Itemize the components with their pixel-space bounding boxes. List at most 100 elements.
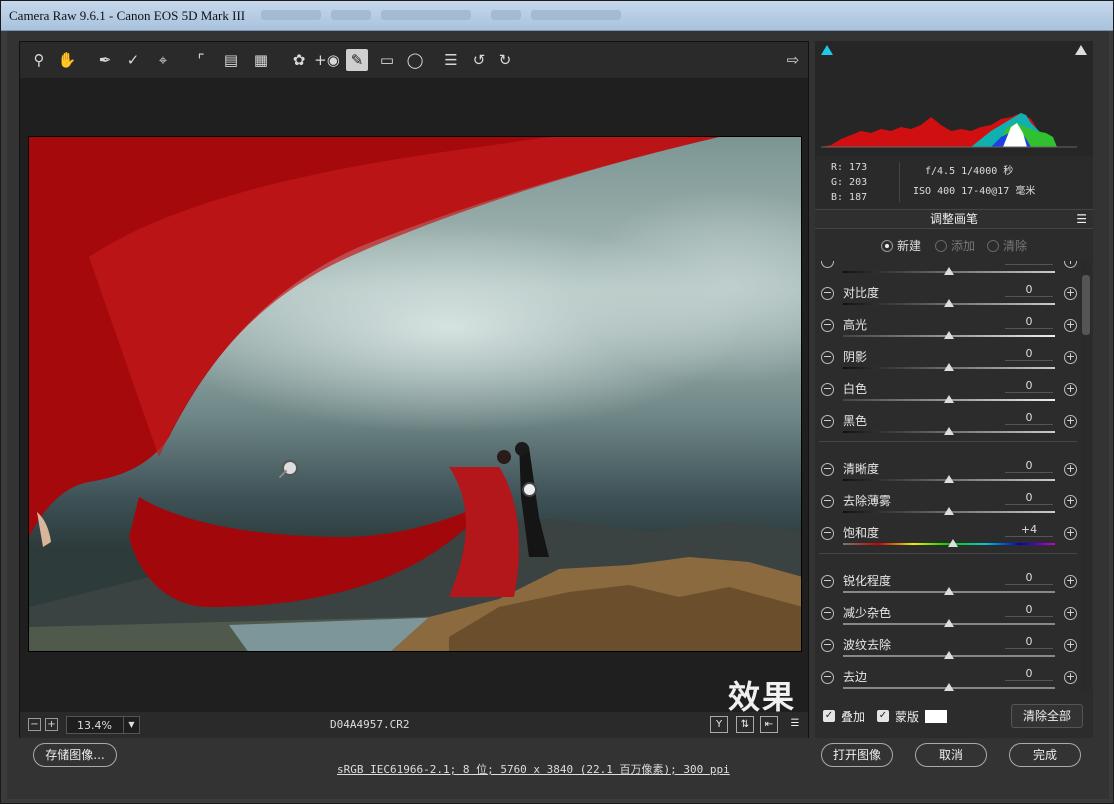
- zoom-icon[interactable]: ⚲: [28, 49, 50, 71]
- zoom-select[interactable]: 13.4% ▼: [66, 716, 140, 734]
- increase-icon[interactable]: +: [1064, 351, 1077, 364]
- zoom-out-button[interactable]: −: [28, 718, 41, 731]
- decrease-icon[interactable]: −: [821, 671, 834, 684]
- fullscreen-icon[interactable]: ⇨: [782, 49, 804, 71]
- slider-value-field[interactable]: 0: [1005, 261, 1053, 265]
- radio-icon: [935, 239, 947, 252]
- slider-thumb[interactable]: [944, 651, 954, 659]
- preview-status-bar: − + 13.4% ▼ D04A4957.CR2 Y ⇅ ⇤ ☰: [20, 712, 808, 738]
- decrease-icon[interactable]: −: [821, 575, 834, 588]
- slider-thumb[interactable]: [944, 427, 954, 435]
- settings-sliders-icon[interactable]: ☰: [786, 716, 804, 733]
- swap-settings-button[interactable]: ⇅: [736, 716, 754, 733]
- slider-thumb[interactable]: [944, 299, 954, 307]
- straighten-icon[interactable]: ▤: [220, 49, 242, 71]
- decrease-icon[interactable]: −: [821, 607, 834, 620]
- white-balance-icon[interactable]: ✒: [94, 49, 116, 71]
- transform-icon[interactable]: ▦: [250, 49, 272, 71]
- mode-clear-radio[interactable]: 清除: [987, 237, 1027, 254]
- increase-icon[interactable]: +: [1064, 319, 1077, 332]
- mode-new-radio[interactable]: 新建: [881, 237, 921, 254]
- increase-icon[interactable]: +: [1064, 463, 1077, 476]
- overlay-label: 叠加: [841, 710, 866, 724]
- done-button[interactable]: 完成: [1009, 743, 1081, 767]
- increase-icon[interactable]: +: [1064, 415, 1077, 428]
- slider-thumb[interactable]: [944, 507, 954, 515]
- hand-icon[interactable]: ✋: [56, 49, 78, 71]
- preferences-icon[interactable]: ☰: [440, 49, 462, 71]
- radial-filter-icon[interactable]: ◯: [404, 49, 426, 71]
- preview-photo[interactable]: [28, 136, 802, 652]
- clear-all-button[interactable]: 清除全部: [1011, 704, 1083, 728]
- zoom-in-button[interactable]: +: [45, 718, 58, 731]
- slider-thumb[interactable]: [944, 363, 954, 371]
- slider-thumb[interactable]: [944, 475, 954, 483]
- increase-icon[interactable]: +: [1064, 527, 1077, 540]
- slider-value-field[interactable]: 0: [1005, 411, 1053, 425]
- decrease-icon[interactable]: −: [821, 463, 834, 476]
- increase-icon[interactable]: +: [1064, 671, 1077, 684]
- highlight-clipping-warning-icon[interactable]: [1075, 45, 1087, 55]
- decrease-icon[interactable]: −: [821, 287, 834, 300]
- decrease-icon[interactable]: −: [821, 639, 834, 652]
- open-image-button[interactable]: 打开图像: [821, 743, 893, 767]
- color-sampler-icon[interactable]: ✓: [122, 49, 144, 71]
- slider-value-field[interactable]: 0: [1005, 379, 1053, 393]
- slider-thumb[interactable]: [944, 267, 954, 275]
- adjustment-brush-icon[interactable]: ✎: [346, 49, 368, 71]
- increase-icon[interactable]: +: [1064, 383, 1077, 396]
- decrease-icon[interactable]: −: [821, 351, 834, 364]
- panel-menu-icon[interactable]: ☰: [1076, 210, 1087, 228]
- slider-thumb[interactable]: [944, 619, 954, 627]
- image-canvas[interactable]: 效果: [20, 78, 808, 716]
- copy-settings-button[interactable]: ⇤: [760, 716, 778, 733]
- increase-icon[interactable]: +: [1064, 261, 1077, 268]
- slider-thumb[interactable]: [944, 683, 954, 691]
- slider-value-field[interactable]: 0: [1005, 667, 1053, 681]
- slider-thumb[interactable]: [948, 539, 959, 547]
- mask-checkbox[interactable]: ✓: [877, 710, 889, 722]
- increase-icon[interactable]: +: [1064, 639, 1077, 652]
- decrease-icon[interactable]: −: [821, 415, 834, 428]
- slider-label: 清晰度: [843, 462, 880, 476]
- overlay-checkbox[interactable]: ✓: [823, 710, 835, 722]
- rotate-left-icon[interactable]: ↺: [468, 49, 490, 71]
- slider-value-field[interactable]: 0: [1005, 315, 1053, 329]
- before-after-toggle-button[interactable]: Y: [710, 716, 728, 733]
- increase-icon[interactable]: +: [1064, 287, 1077, 300]
- red-eye-icon[interactable]: +◉: [314, 49, 340, 71]
- decrease-icon[interactable]: −: [821, 495, 834, 508]
- mode-add-radio[interactable]: 添加: [935, 237, 975, 254]
- decrease-icon[interactable]: −: [821, 319, 834, 332]
- decrease-icon[interactable]: −: [821, 261, 834, 268]
- increase-icon[interactable]: +: [1064, 495, 1077, 508]
- mask-color-swatch[interactable]: [925, 710, 947, 723]
- rotate-right-icon[interactable]: ↻: [494, 49, 516, 71]
- slider-value-field[interactable]: 0: [1005, 603, 1053, 617]
- slider-value-field[interactable]: 0: [1005, 283, 1053, 297]
- pin-marker[interactable]: [522, 482, 537, 497]
- slider-thumb[interactable]: [944, 395, 954, 403]
- slider-value-field[interactable]: 0: [1005, 635, 1053, 649]
- save-image-button[interactable]: 存储图像...: [33, 743, 117, 767]
- spot-removal-icon[interactable]: ✿: [288, 49, 310, 71]
- slider-thumb[interactable]: [944, 587, 954, 595]
- graduated-filter-icon[interactable]: ▭: [376, 49, 398, 71]
- slider-thumb[interactable]: [944, 331, 954, 339]
- slider-value-field[interactable]: 0: [1005, 571, 1053, 585]
- slider-value-field[interactable]: 0: [1005, 491, 1053, 505]
- decrease-icon[interactable]: −: [821, 383, 834, 396]
- cancel-button[interactable]: 取消: [915, 743, 987, 767]
- increase-icon[interactable]: +: [1064, 607, 1077, 620]
- target-adjust-icon[interactable]: ⌖: [152, 49, 174, 71]
- workflow-options-link[interactable]: sRGB IEC61966-2.1; 8 位; 5760 x 3840 (22.…: [337, 761, 730, 777]
- crop-icon[interactable]: ⌜: [190, 49, 212, 71]
- slider-value-field[interactable]: +4: [1005, 523, 1053, 537]
- slider-value-field[interactable]: 0: [1005, 347, 1053, 361]
- decrease-icon[interactable]: −: [821, 527, 834, 540]
- increase-icon[interactable]: +: [1064, 575, 1077, 588]
- scrollbar-thumb[interactable]: [1082, 275, 1090, 335]
- shadow-clipping-warning-icon[interactable]: [821, 45, 833, 55]
- panel-scrollbar[interactable]: [1081, 261, 1091, 691]
- slider-value-field[interactable]: 0: [1005, 459, 1053, 473]
